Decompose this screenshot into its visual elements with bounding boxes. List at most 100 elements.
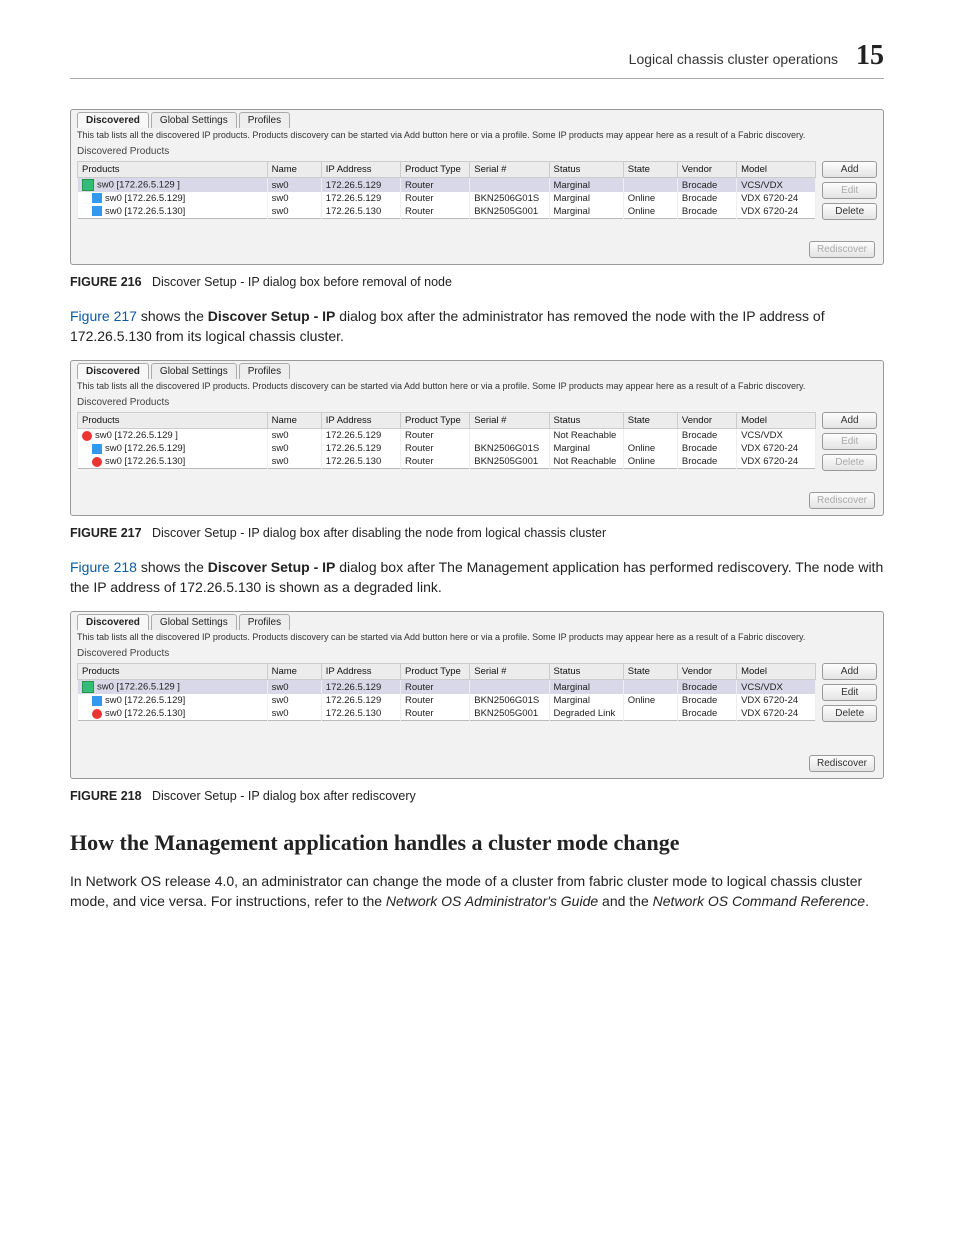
column-header-ser[interactable]: Serial # — [470, 413, 549, 429]
figure-text: Discover Setup - IP dialog box after red… — [152, 789, 416, 803]
column-header-stat[interactable]: Status — [549, 413, 623, 429]
products-table[interactable]: ProductsNameIP AddressProduct TypeSerial… — [77, 412, 816, 469]
product-cell: sw0 [172.26.5.130] — [105, 206, 185, 217]
edit-button[interactable]: Edit — [822, 684, 877, 701]
column-header-name[interactable]: Name — [267, 162, 321, 178]
ip-cell: 172.26.5.130 — [321, 707, 400, 721]
tab-global-settings[interactable]: Global Settings — [151, 112, 237, 128]
products-table[interactable]: ProductsNameIP AddressProduct TypeSerial… — [77, 161, 816, 219]
tab-hint: This tab lists all the discovered IP pro… — [77, 130, 877, 140]
column-header-ptype[interactable]: Product Type — [401, 664, 470, 680]
name-cell: sw0 — [267, 178, 321, 193]
delete-button[interactable]: Delete — [822, 203, 877, 220]
state-cell — [623, 680, 677, 695]
column-header-model[interactable]: Model — [737, 664, 816, 680]
product-cell: sw0 [172.26.5.129 ] — [95, 430, 178, 441]
discover-panel-216: Discovered Global Settings Profiles This… — [70, 109, 884, 265]
tab-hint: This tab lists all the discovered IP pro… — [77, 632, 877, 642]
vend-cell: Brocade — [677, 680, 736, 695]
product-cell: sw0 [172.26.5.130] — [105, 708, 185, 719]
tab-global-settings[interactable]: Global Settings — [151, 614, 237, 630]
table-row[interactable]: sw0 [172.26.5.129]sw0172.26.5.129RouterB… — [78, 442, 816, 455]
column-header-prod[interactable]: Products — [78, 162, 268, 178]
figure-link-218[interactable]: Figure 218 — [70, 559, 137, 575]
product-cell: sw0 [172.26.5.129] — [105, 695, 185, 706]
stat-cell: Not Reachable — [549, 429, 623, 443]
column-header-ip[interactable]: IP Address — [321, 413, 400, 429]
node-icon — [92, 206, 102, 216]
column-header-ser[interactable]: Serial # — [470, 162, 549, 178]
edit-button[interactable]: Edit — [822, 433, 877, 450]
figure-link-217[interactable]: Figure 217 — [70, 308, 137, 324]
vend-cell: Brocade — [677, 707, 736, 721]
ip-cell: 172.26.5.129 — [321, 694, 400, 707]
state-cell — [623, 429, 677, 443]
column-header-name[interactable]: Name — [267, 664, 321, 680]
sw-icon — [92, 457, 102, 467]
column-header-ser[interactable]: Serial # — [470, 664, 549, 680]
column-header-prod[interactable]: Products — [78, 413, 268, 429]
column-header-ip[interactable]: IP Address — [321, 664, 400, 680]
table-row[interactable]: sw0 [172.26.5.130]sw0172.26.5.130RouterB… — [78, 205, 816, 219]
table-row[interactable]: sw0 [172.26.5.129]sw0172.26.5.129RouterB… — [78, 192, 816, 205]
delete-button[interactable]: Delete — [822, 454, 877, 471]
column-header-vend[interactable]: Vendor — [677, 664, 736, 680]
add-button[interactable]: Add — [822, 663, 877, 680]
table-row[interactable]: sw0 [172.26.5.130]sw0172.26.5.130RouterB… — [78, 707, 816, 721]
column-header-stat[interactable]: Status — [549, 162, 623, 178]
stat-cell: Marginal — [549, 680, 623, 695]
ser-cell — [470, 178, 549, 193]
column-header-stat[interactable]: Status — [549, 664, 623, 680]
rediscover-button[interactable]: Rediscover — [809, 755, 875, 772]
tab-profiles[interactable]: Profiles — [239, 614, 290, 630]
name-cell: sw0 — [267, 694, 321, 707]
section-title: Logical chassis cluster operations — [629, 51, 838, 67]
tab-discovered[interactable]: Discovered — [77, 363, 149, 379]
table-row[interactable]: sw0 [172.26.5.129 ]sw0172.26.5.129Router… — [78, 429, 816, 443]
tab-discovered[interactable]: Discovered — [77, 614, 149, 630]
table-row[interactable]: sw0 [172.26.5.129 ]sw0172.26.5.129Router… — [78, 178, 816, 193]
column-header-model[interactable]: Model — [737, 162, 816, 178]
figure-text: Discover Setup - IP dialog box before re… — [152, 275, 452, 289]
state-cell: Online — [623, 694, 677, 707]
model-cell: VDX 6720-24 — [737, 442, 816, 455]
ser-cell: BKN2505G001 — [470, 707, 549, 721]
ser-cell — [470, 429, 549, 443]
column-header-vend[interactable]: Vendor — [677, 162, 736, 178]
column-header-vend[interactable]: Vendor — [677, 413, 736, 429]
model-cell: VDX 6720-24 — [737, 707, 816, 721]
column-header-ptype[interactable]: Product Type — [401, 162, 470, 178]
figure-text: Discover Setup - IP dialog box after dis… — [152, 526, 606, 540]
column-header-name[interactable]: Name — [267, 413, 321, 429]
add-button[interactable]: Add — [822, 412, 877, 429]
column-header-state[interactable]: State — [623, 664, 677, 680]
column-header-prod[interactable]: Products — [78, 664, 268, 680]
tab-profiles[interactable]: Profiles — [239, 363, 290, 379]
figure-label: FIGURE 216 — [70, 275, 142, 289]
product-cell: sw0 [172.26.5.129 ] — [97, 682, 180, 693]
sw-icon — [92, 709, 102, 719]
chapter-number: 15 — [856, 40, 884, 72]
column-header-state[interactable]: State — [623, 413, 677, 429]
column-header-ptype[interactable]: Product Type — [401, 413, 470, 429]
table-row[interactable]: sw0 [172.26.5.129 ]sw0172.26.5.129Router… — [78, 680, 816, 695]
table-row[interactable]: sw0 [172.26.5.129]sw0172.26.5.129RouterB… — [78, 694, 816, 707]
delete-button[interactable]: Delete — [822, 705, 877, 722]
tab-discovered[interactable]: Discovered — [77, 112, 149, 128]
column-header-state[interactable]: State — [623, 162, 677, 178]
rediscover-button[interactable]: Rediscover — [809, 492, 875, 509]
column-header-ip[interactable]: IP Address — [321, 162, 400, 178]
state-cell: Online — [623, 455, 677, 469]
edit-button[interactable]: Edit — [822, 182, 877, 199]
table-row[interactable]: sw0 [172.26.5.130]sw0172.26.5.130RouterB… — [78, 455, 816, 469]
stat-cell: Degraded Link — [549, 707, 623, 721]
tab-profiles[interactable]: Profiles — [239, 112, 290, 128]
tab-global-settings[interactable]: Global Settings — [151, 363, 237, 379]
rediscover-button[interactable]: Rediscover — [809, 241, 875, 258]
tree-icon — [82, 179, 94, 191]
model-cell: VDX 6720-24 — [737, 205, 816, 219]
products-table[interactable]: ProductsNameIP AddressProduct TypeSerial… — [77, 663, 816, 721]
add-button[interactable]: Add — [822, 161, 877, 178]
column-header-model[interactable]: Model — [737, 413, 816, 429]
paragraph-2: Figure 218 shows the Discover Setup - IP… — [70, 558, 884, 597]
